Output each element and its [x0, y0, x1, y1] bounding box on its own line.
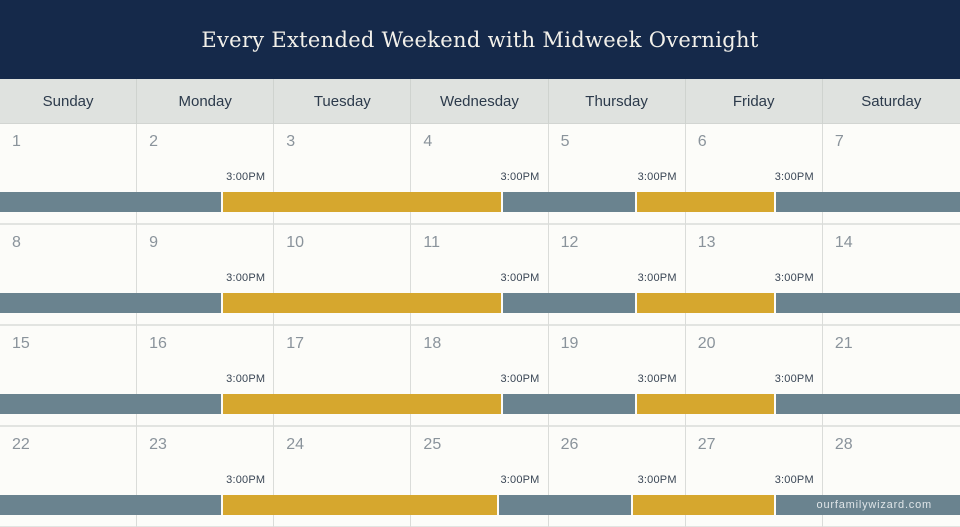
date-number: 12 — [560, 234, 579, 251]
custody-bar-gold[interactable] — [223, 192, 501, 212]
exchange-time: 3:00PM — [637, 474, 677, 486]
custody-bar-slate[interactable] — [499, 495, 631, 515]
custody-bar-gold[interactable] — [637, 394, 774, 414]
weekday-tuesday: Tuesday — [274, 79, 412, 124]
custody-bar-slate[interactable] — [776, 394, 960, 414]
date-number: 26 — [560, 436, 579, 453]
week-row: 22 23 3:00PM 24 25 3:00PM 26 3:00PM 27 3:00PM 28 ou… — [0, 427, 960, 527]
date-number: 27 — [697, 436, 716, 453]
custody-bar-slate[interactable] — [503, 192, 635, 212]
custody-bar-slate[interactable]: ourfamilywizard.com — [776, 495, 960, 515]
custody-bar-slate[interactable] — [776, 192, 960, 212]
calendar-title: Every Extended Weekend with Midweek Over… — [0, 0, 960, 79]
custody-bar-slate[interactable] — [0, 394, 221, 414]
date-number: 28 — [834, 436, 853, 453]
date-number: 22 — [12, 436, 30, 453]
date-number: 2 — [149, 133, 159, 150]
custody-bar-gold[interactable] — [637, 293, 774, 313]
date-number: 21 — [834, 335, 853, 352]
watermark: ourfamilywizard.com — [816, 499, 932, 511]
weekday-wednesday: Wednesday — [411, 79, 549, 124]
date-number: 19 — [560, 335, 579, 352]
exchange-time: 3:00PM — [500, 373, 540, 385]
date-number: 25 — [423, 436, 442, 453]
date-number: 13 — [697, 234, 716, 251]
date-number: 23 — [149, 436, 167, 453]
date-number: 18 — [423, 335, 442, 352]
weekday-saturday: Saturday — [861, 93, 922, 110]
weekday-sunday: Sunday — [0, 79, 138, 124]
date-number: 10 — [286, 234, 305, 251]
custody-bar-gold[interactable] — [223, 495, 497, 515]
exchange-time: 3:00PM — [500, 272, 540, 284]
date-number: 14 — [834, 234, 853, 251]
weekday-thursday: Thursday — [549, 79, 686, 124]
date-number: 9 — [149, 234, 159, 251]
exchange-time: 3:00PM — [500, 474, 540, 486]
custody-bar-gold[interactable] — [223, 293, 501, 313]
date-number: 20 — [697, 335, 716, 352]
custody-bar-slate[interactable] — [0, 293, 221, 313]
custody-bar-slate[interactable] — [0, 495, 221, 515]
date-number: 7 — [834, 133, 844, 150]
exchange-time: 3:00PM — [637, 171, 677, 183]
custody-bar-gold[interactable] — [633, 495, 774, 515]
custody-bar-slate[interactable] — [776, 293, 960, 313]
exchange-time: 3:00PM — [226, 171, 266, 183]
date-number: 8 — [12, 234, 21, 251]
custody-bar-slate[interactable] — [0, 192, 221, 212]
date-number: 5 — [560, 133, 570, 150]
exchange-time: 3:00PM — [226, 272, 266, 284]
exchange-time: 3:00PM — [500, 171, 540, 183]
date-number: 3 — [286, 133, 296, 150]
exchange-time: 3:00PM — [226, 474, 266, 486]
exchange-time: 3:00PM — [774, 373, 814, 385]
date-number: 17 — [286, 335, 305, 352]
date-number: 4 — [423, 133, 433, 150]
exchange-time: 3:00PM — [774, 171, 814, 183]
date-number: 6 — [697, 133, 707, 150]
weekday-header-row: Sunday Monday Tuesday Wednesday Thursday… — [0, 79, 960, 124]
exchange-time: 3:00PM — [774, 272, 814, 284]
custody-bar-gold[interactable] — [637, 192, 774, 212]
custody-bar-slate[interactable] — [503, 394, 635, 414]
week-row: 15 16 3:00PM 17 18 3:00PM 19 3:00PM 20 3:00PM 21 — [0, 326, 960, 427]
exchange-time: 3:00PM — [774, 474, 814, 486]
custody-bar-gold[interactable] — [223, 394, 501, 414]
exchange-time: 3:00PM — [226, 373, 266, 385]
date-number: 15 — [12, 335, 30, 352]
weekday-monday: Monday — [137, 79, 275, 124]
week-row: 1 2 3:00PM 3 4 3:00PM 5 3:00PM 6 3:00PM 7 — [0, 124, 960, 225]
date-number: 16 — [149, 335, 167, 352]
date-number: 24 — [286, 436, 305, 453]
date-number: 1 — [12, 133, 21, 150]
week-row: 8 9 3:00PM 10 11 3:00PM 12 3:00PM 13 3:00PM 14 — [0, 225, 960, 326]
date-number: 11 — [423, 234, 441, 251]
weekday-friday: Friday — [686, 79, 823, 124]
exchange-time: 3:00PM — [637, 272, 677, 284]
custody-bar-slate[interactable] — [503, 293, 635, 313]
exchange-time: 3:00PM — [637, 373, 677, 385]
